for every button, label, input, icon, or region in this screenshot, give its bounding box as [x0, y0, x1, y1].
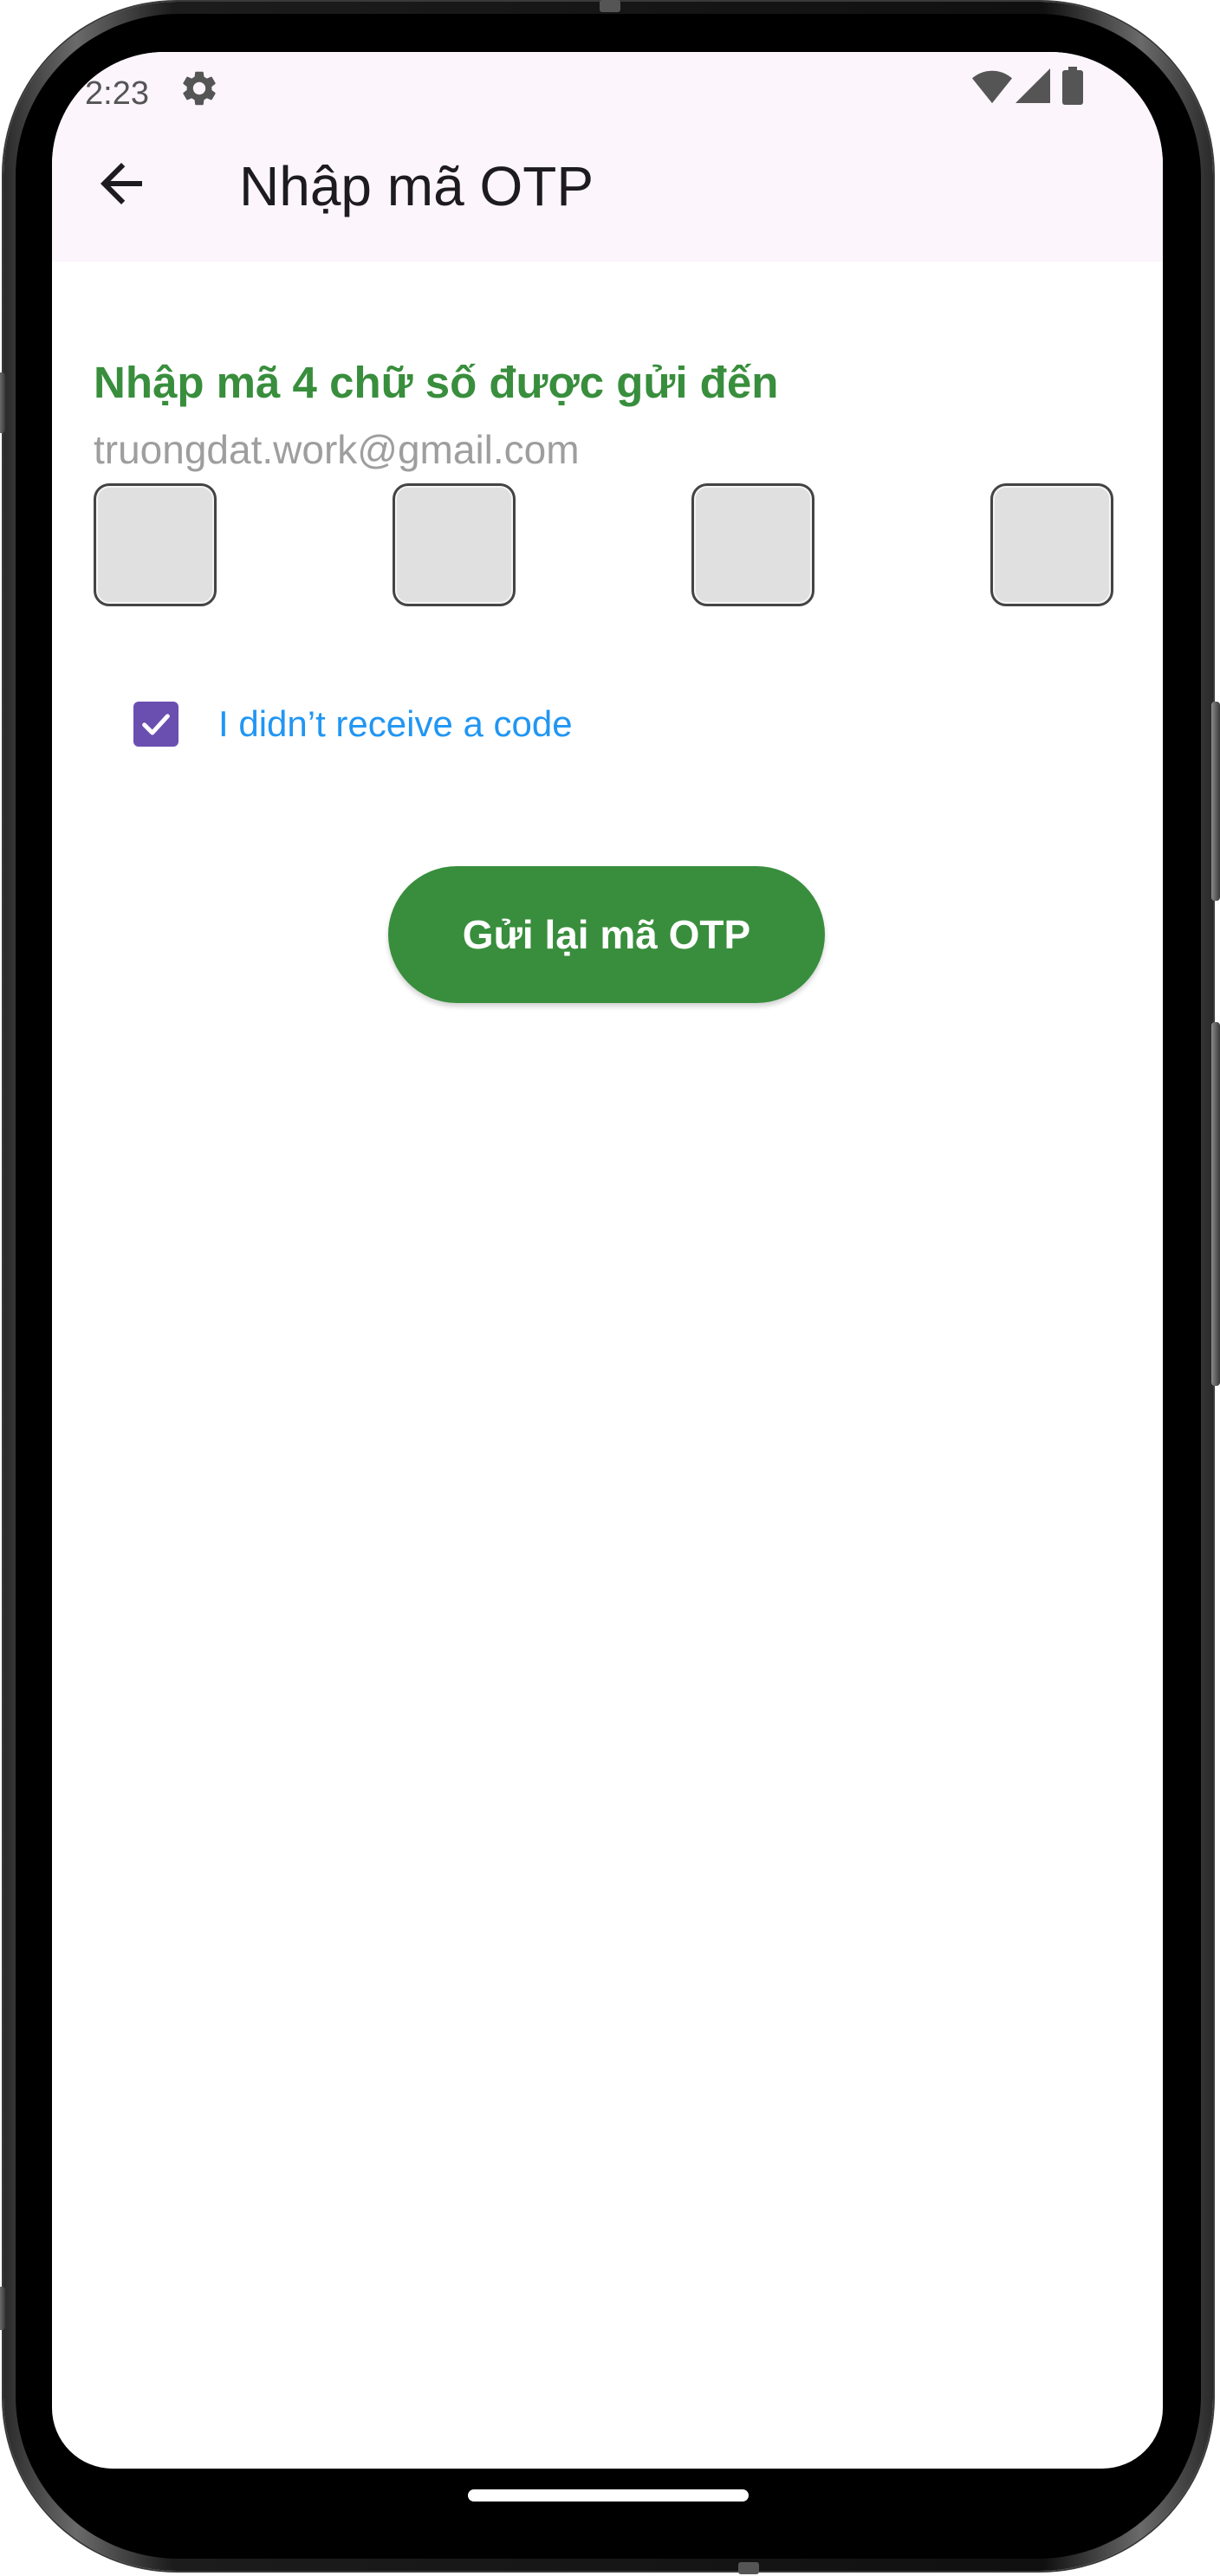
status-time: 2:23 [85, 75, 149, 112]
otp-digit-3-input[interactable] [691, 483, 814, 606]
no-code-label[interactable]: I didn’t receive a code [218, 698, 573, 750]
wifi-icon [972, 70, 1012, 104]
resend-otp-button[interactable]: Gửi lại mã OTP [388, 866, 825, 1003]
screen: 2:23 Nhập mã OTP Nhập mã 4 chữ số được g… [52, 52, 1163, 2469]
no-code-checkbox[interactable] [133, 702, 178, 747]
otp-digit-4-input[interactable] [990, 483, 1113, 606]
app-bar: 2:23 Nhập mã OTP [52, 52, 1163, 262]
page-title: Nhập mã OTP [239, 155, 594, 217]
checkmark-icon [142, 714, 170, 735]
recipient-email: truongdat.work@gmail.com [94, 427, 580, 472]
home-indicator[interactable] [468, 2489, 749, 2502]
otp-digit-1-input[interactable] [94, 483, 217, 606]
arrow-back-icon[interactable] [90, 152, 152, 215]
side-button [0, 2287, 5, 2330]
side-button [0, 372, 5, 433]
battery-icon [1062, 67, 1083, 105]
volume-button [1211, 702, 1220, 901]
otp-heading: Nhập mã 4 chữ số được gửi đến [94, 358, 779, 407]
otp-digit-2-input[interactable] [393, 483, 516, 606]
antenna-line [600, 0, 620, 12]
power-button [1211, 1022, 1220, 1386]
gear-icon [183, 71, 216, 106]
cell-signal-icon [1016, 68, 1050, 103]
antenna-line [738, 2562, 759, 2574]
